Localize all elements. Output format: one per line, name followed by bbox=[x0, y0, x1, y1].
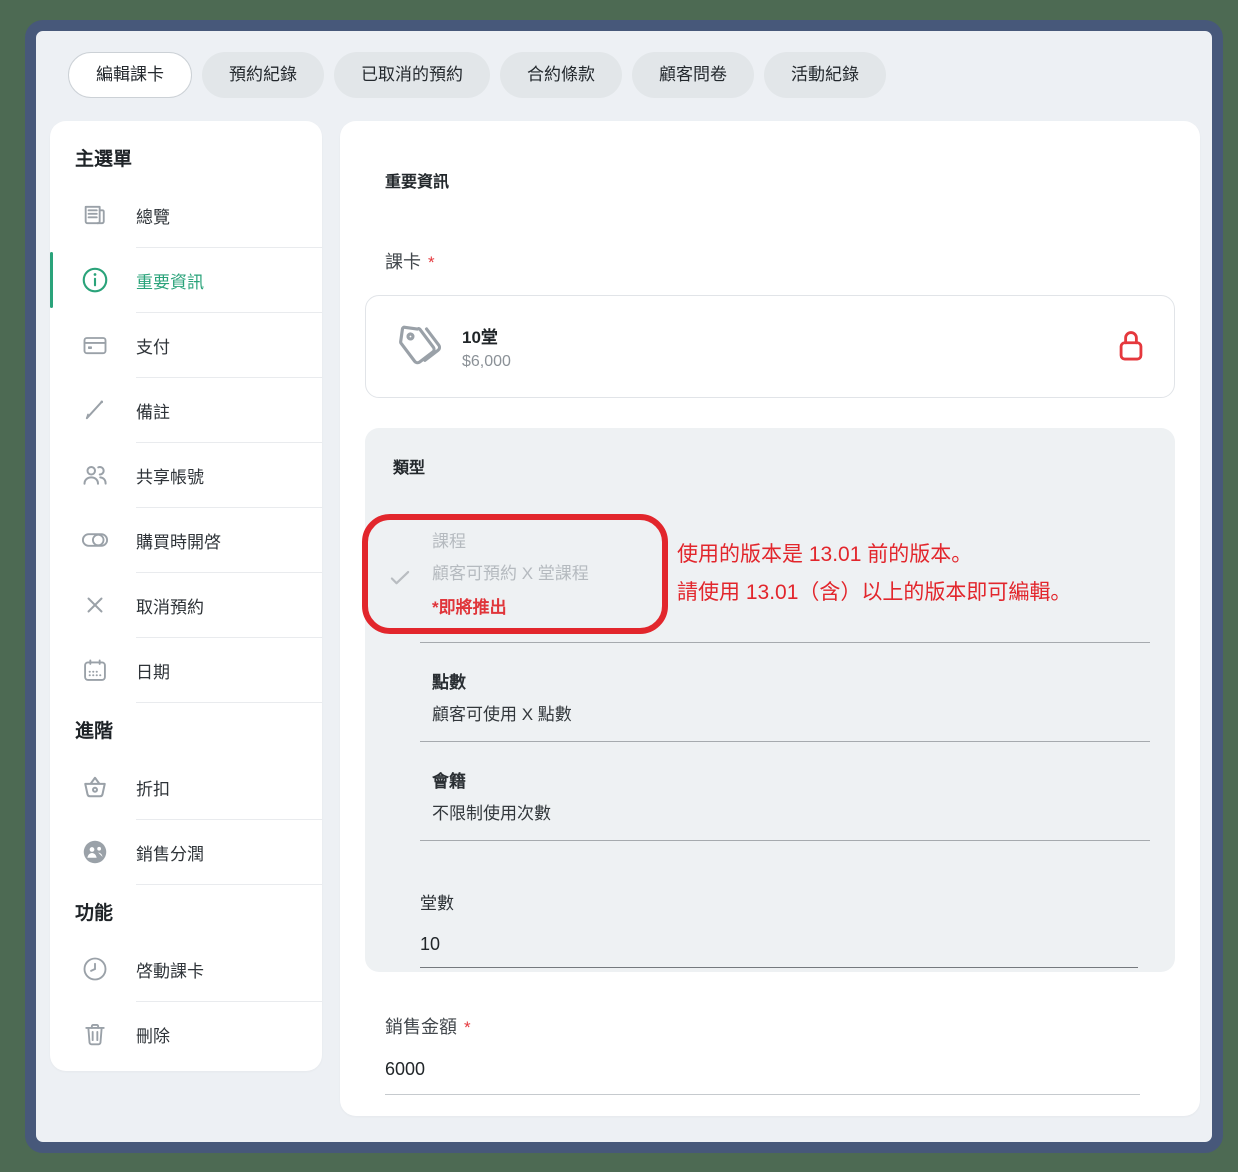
lock-icon bbox=[1114, 327, 1148, 367]
sidebar-item-label: 共享帳號 bbox=[136, 463, 204, 488]
course-card-price: $6,000 bbox=[462, 353, 511, 371]
divider bbox=[136, 702, 322, 703]
sidebar-item-label: 重要資訊 bbox=[136, 268, 204, 293]
sidebar-item-label: 總覽 bbox=[136, 203, 170, 228]
sidebar-item-cancel-booking[interactable]: 取消預約 bbox=[50, 573, 322, 637]
divider bbox=[420, 642, 1150, 643]
required-asterisk: * bbox=[428, 253, 435, 272]
main-panel: 重要資訊 課卡* 10堂 $6,000 bbox=[340, 121, 1200, 1116]
tab-customer-survey[interactable]: 顧客問卷 bbox=[632, 52, 754, 98]
annotation-line-1: 使用的版本是 13.01 前的版本。 bbox=[677, 536, 1071, 574]
type-option-membership[interactable]: 會籍 不限制使用次數 bbox=[393, 769, 1150, 827]
sidebar-section-advanced: 進階 bbox=[75, 717, 322, 747]
check-icon bbox=[387, 565, 413, 591]
required-asterisk: * bbox=[464, 1018, 471, 1037]
sidebar-item-label: 購買時開啓 bbox=[136, 528, 221, 553]
sidebar-item-label: 取消預約 bbox=[136, 593, 204, 618]
cancel-booking-icon bbox=[80, 590, 110, 620]
app-window: 編輯課卡 預約紀錄 已取消的預約 合約條款 顧客問卷 活動紀錄 主選單 總覽 bbox=[25, 20, 1223, 1153]
divider bbox=[420, 741, 1150, 742]
type-option-points[interactable]: 點數 顧客可使用 X 點數 bbox=[393, 670, 1150, 728]
sidebar-item-shared-account[interactable]: 共享帳號 bbox=[50, 443, 322, 507]
tags-icon bbox=[392, 320, 446, 374]
sidebar-item-overview[interactable]: 總覽 bbox=[50, 183, 322, 247]
discount-icon bbox=[80, 772, 110, 802]
course-card-field-label: 課卡* bbox=[385, 248, 1175, 274]
tab-cancelled-bookings[interactable]: 已取消的預約 bbox=[334, 52, 490, 98]
activate-icon bbox=[80, 954, 110, 984]
sidebar-item-activate-course-card[interactable]: 啓動課卡 bbox=[50, 937, 322, 1001]
type-panel: 類型 課程 顧客可預約 X 堂課程 *即將推出 點數 顧客可使用 X 點數 bbox=[365, 428, 1175, 972]
type-panel-title: 類型 bbox=[393, 454, 1150, 478]
sidebar-item-label: 支付 bbox=[136, 333, 170, 358]
note-icon bbox=[80, 395, 110, 425]
sessions-field: 堂數 bbox=[420, 889, 1150, 968]
divider bbox=[420, 840, 1150, 841]
sidebar-item-delete[interactable]: 刪除 bbox=[50, 1002, 322, 1066]
sidebar-item-label: 備註 bbox=[136, 398, 170, 423]
sidebar: 主選單 總覽 bbox=[50, 121, 322, 1071]
tab-contract-terms[interactable]: 合約條款 bbox=[500, 52, 622, 98]
shared-account-icon bbox=[80, 460, 110, 490]
tab-bar: 編輯課卡 預約紀錄 已取消的預約 合約條款 顧客問卷 活動紀錄 bbox=[68, 52, 1212, 98]
tab-activity-log[interactable]: 活動紀錄 bbox=[764, 52, 886, 98]
type-option-desc: 不限制使用次數 bbox=[432, 801, 1150, 827]
overview-icon bbox=[80, 200, 110, 230]
type-option-desc: 顧客可使用 X 點數 bbox=[432, 702, 1150, 728]
annotation-text: 使用的版本是 13.01 前的版本。 請使用 13.01（含）以上的版本即可編輯… bbox=[677, 536, 1071, 612]
course-card-info: 10堂 $6,000 bbox=[462, 323, 511, 371]
sidebar-section-functions: 功能 bbox=[75, 899, 322, 929]
divider bbox=[136, 884, 322, 885]
sidebar-item-important-info[interactable]: 重要資訊 bbox=[50, 248, 322, 312]
app-content: 編輯課卡 預約紀錄 已取消的預約 合約條款 顧客問卷 活動紀錄 主選單 總覽 bbox=[36, 31, 1212, 1142]
sessions-label: 堂數 bbox=[420, 889, 1150, 914]
sidebar-item-sales-commission[interactable]: 銷售分潤 bbox=[50, 820, 322, 884]
course-card-title: 10堂 bbox=[462, 323, 511, 348]
sidebar-item-notes[interactable]: 備註 bbox=[50, 378, 322, 442]
tab-edit-course-card[interactable]: 編輯課卡 bbox=[68, 52, 192, 98]
toggle-icon bbox=[80, 525, 110, 555]
tab-booking-records[interactable]: 預約紀錄 bbox=[202, 52, 324, 98]
sidebar-item-label: 銷售分潤 bbox=[136, 840, 204, 865]
sidebar-section-main-menu: 主選單 bbox=[75, 145, 322, 175]
delete-icon bbox=[80, 1019, 110, 1049]
sidebar-item-label: 啓動課卡 bbox=[136, 957, 204, 982]
type-option-title: 會籍 bbox=[432, 769, 1150, 795]
info-icon bbox=[80, 265, 110, 295]
sidebar-item-payment[interactable]: 支付 bbox=[50, 313, 322, 377]
sale-amount-input[interactable] bbox=[385, 1053, 1140, 1095]
sidebar-item-label: 折扣 bbox=[136, 775, 170, 800]
payment-icon bbox=[80, 330, 110, 360]
sale-amount-label: 銷售金額* bbox=[385, 1013, 1175, 1039]
sidebar-item-discount[interactable]: 折扣 bbox=[50, 755, 322, 819]
annotation-line-2: 請使用 13.01（含）以上的版本即可編輯。 bbox=[677, 574, 1071, 612]
sidebar-item-label: 日期 bbox=[136, 658, 170, 683]
calendar-icon bbox=[80, 655, 110, 685]
sessions-input[interactable] bbox=[420, 930, 1138, 968]
page-title: 重要資訊 bbox=[385, 168, 1175, 192]
commission-icon bbox=[80, 837, 110, 867]
course-card-selector[interactable]: 10堂 $6,000 bbox=[365, 295, 1175, 398]
sidebar-item-date[interactable]: 日期 bbox=[50, 638, 322, 702]
type-option-title: 點數 bbox=[432, 670, 1150, 696]
sidebar-item-label: 刪除 bbox=[136, 1022, 170, 1047]
sidebar-item-enable-on-purchase[interactable]: 購買時開啓 bbox=[50, 508, 322, 572]
